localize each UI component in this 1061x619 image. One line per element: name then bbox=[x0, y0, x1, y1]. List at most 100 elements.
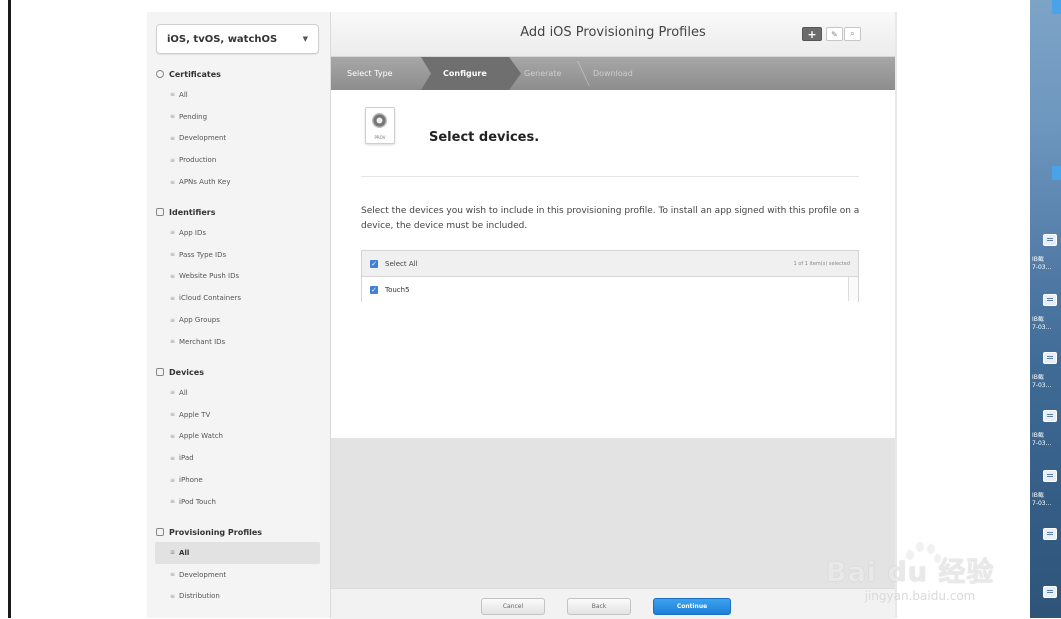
file-label: 7-03... bbox=[1032, 324, 1052, 331]
desktop-file-icon[interactable] bbox=[1052, 166, 1061, 180]
nav-item-label: Development bbox=[179, 134, 227, 143]
nav-item-label: All bbox=[179, 90, 188, 99]
select-all-row[interactable]: ✓ Select All 1 of 1 item(s) selected bbox=[362, 251, 858, 277]
search-icon: ⌕ bbox=[850, 29, 855, 38]
section-header-identifiers[interactable]: Identifiers bbox=[147, 202, 330, 222]
search-button[interactable]: ⌕ bbox=[844, 27, 861, 41]
platform-select[interactable]: iOS, tvOS, watchOS ▼ bbox=[156, 24, 319, 54]
nav-item-label: Website Push IDs bbox=[179, 272, 240, 281]
device-checkbox[interactable]: ✓ bbox=[370, 285, 378, 294]
section-title: Certificates bbox=[169, 69, 221, 79]
device-list: ✓ Select All 1 of 1 item(s) selected ✓ T… bbox=[361, 250, 859, 302]
desktop-background: IB截 7-03... IB截 7-03... IB截 7-03... IB截 … bbox=[1030, 0, 1061, 618]
certificate-icon bbox=[156, 70, 164, 78]
screenshot-file-icon[interactable] bbox=[1043, 234, 1057, 246]
screenshot-file-icon[interactable] bbox=[1043, 294, 1057, 306]
sidebar-item-website-push-ids[interactable]: ≡ Website Push IDs bbox=[147, 266, 330, 288]
step-progress-bar: Select Type Configure Generate Download bbox=[331, 57, 895, 90]
step-generate: Generate bbox=[524, 69, 562, 78]
section-header-certificates[interactable]: Certificates bbox=[147, 64, 330, 84]
nav-item-label: iPhone bbox=[179, 476, 203, 485]
panel-edge bbox=[895, 12, 897, 618]
sidebar-item-apns-auth-key[interactable]: ≡ APNs Auth Key bbox=[147, 171, 330, 193]
sidebar-item-pass-type-ids[interactable]: ≡ Pass Type IDs bbox=[147, 244, 330, 266]
cancel-button[interactable]: Cancel bbox=[481, 598, 545, 615]
sidebar-section-identifiers: Identifiers ≡ App IDs ≡ Pass Type IDs ≡ Web… bbox=[147, 202, 330, 353]
sidebar-item-development-certs[interactable]: ≡ Development bbox=[147, 128, 330, 150]
file-label: 7-03... bbox=[1032, 440, 1052, 447]
main-panel: Add iOS Provisioning Profiles + ✎ ⌕ Sele… bbox=[331, 12, 895, 619]
sidebar-item-iphone[interactable]: ≡ iPhone bbox=[147, 469, 330, 491]
device-icon bbox=[156, 368, 164, 376]
description-text: Select the devices you wish to include i… bbox=[361, 206, 860, 231]
back-button[interactable]: Back bbox=[567, 598, 631, 615]
sidebar-item-certificates-all[interactable]: ≡ All bbox=[147, 84, 330, 106]
section-header-devices[interactable]: Devices bbox=[147, 362, 330, 382]
edit-button[interactable]: ✎ bbox=[826, 27, 843, 41]
sidebar-item-apple-watch[interactable]: ≡ Apple Watch bbox=[147, 426, 330, 448]
screenshot-file-icon[interactable] bbox=[1043, 586, 1057, 598]
nav-item-label: Apple TV bbox=[179, 410, 211, 419]
screenshot-file-icon[interactable] bbox=[1043, 528, 1057, 540]
sidebar-item-devices-all[interactable]: ≡ All bbox=[147, 382, 330, 404]
sidebar-item-profiles-all[interactable]: ≡ All bbox=[155, 542, 320, 564]
screenshot-file-icon[interactable] bbox=[1043, 352, 1057, 364]
step-configure: Configure bbox=[421, 57, 521, 90]
nav-item-label: Merchant IDs bbox=[179, 337, 226, 346]
section-header-provisioning-profiles[interactable]: Provisioning Profiles bbox=[147, 522, 330, 542]
sidebar-item-profiles-development[interactable]: ≡ Development bbox=[147, 564, 330, 586]
platform-select-label: iOS, tvOS, watchOS bbox=[167, 33, 278, 45]
screenshot-file-icon[interactable] bbox=[1043, 470, 1057, 482]
baidu-watermark: Bai du 经验 jingyan.baidu.com bbox=[820, 540, 1020, 610]
gear-icon bbox=[372, 113, 387, 128]
step-select-type: Select Type bbox=[347, 69, 393, 78]
list-scrollbar[interactable] bbox=[848, 277, 858, 301]
nav-item-label: Distribution bbox=[179, 592, 220, 601]
title-bar: Add iOS Provisioning Profiles + ✎ ⌕ bbox=[331, 12, 895, 57]
nav-item-label: All bbox=[179, 548, 190, 557]
prov-icon-label: PROV bbox=[374, 135, 386, 140]
nav-item-label: Pass Type IDs bbox=[179, 250, 227, 259]
nav-item-label: Development bbox=[179, 570, 227, 579]
nav-item-label: Pending bbox=[179, 112, 208, 121]
sidebar-item-merchant-ids[interactable]: ≡ Merchant IDs bbox=[147, 331, 330, 353]
file-label: 7-03... bbox=[1032, 500, 1052, 507]
sidebar-item-app-ids[interactable]: ≡ App IDs bbox=[147, 222, 330, 244]
list-item[interactable]: ✓ Touch5 bbox=[362, 277, 858, 302]
provisioning-profile-icon: PROV bbox=[365, 107, 395, 144]
window-edge bbox=[8, 0, 11, 618]
selection-count: 1 of 1 item(s) selected bbox=[793, 260, 850, 267]
screenshot-file-icon[interactable] bbox=[1043, 410, 1057, 422]
nav-item-label: iPad bbox=[179, 454, 194, 463]
step-separator bbox=[577, 61, 590, 86]
watermark-url: jingyan.baidu.com bbox=[864, 589, 976, 603]
action-footer: Cancel Back Continue bbox=[331, 588, 895, 619]
chevron-down-icon: ▼ bbox=[302, 35, 308, 43]
add-button[interactable]: + bbox=[802, 27, 822, 41]
sidebar-item-apple-tv[interactable]: ≡ Apple TV bbox=[147, 404, 330, 426]
sidebar-item-production[interactable]: ≡ Production bbox=[147, 149, 330, 171]
file-label: IB截 bbox=[1032, 374, 1044, 381]
section-title: Devices bbox=[169, 367, 204, 377]
sidebar-item-profiles-distribution[interactable]: ≡ Distribution bbox=[147, 586, 330, 608]
nav-item-label: App IDs bbox=[179, 228, 207, 237]
nav-item-label: All bbox=[179, 388, 188, 397]
step-download: Download bbox=[593, 69, 633, 78]
sidebar-item-app-groups[interactable]: ≡ App Groups bbox=[147, 309, 330, 331]
desktop-file-icon[interactable] bbox=[1052, 0, 1061, 14]
content-background bbox=[331, 438, 895, 588]
select-all-checkbox[interactable]: ✓ bbox=[370, 259, 378, 268]
nav-item-label: APNs Auth Key bbox=[179, 178, 231, 187]
divider bbox=[361, 176, 859, 177]
file-label: IB截 bbox=[1032, 432, 1044, 439]
continue-button[interactable]: Continue bbox=[653, 598, 731, 615]
sidebar-item-pending[interactable]: ≡ Pending bbox=[147, 106, 330, 128]
sidebar-item-ipad[interactable]: ≡ iPad bbox=[147, 447, 330, 469]
document-icon bbox=[156, 528, 164, 536]
file-label: 7-03... bbox=[1032, 264, 1052, 271]
nav-item-label: iCloud Containers bbox=[179, 294, 242, 303]
select-all-label: Select All bbox=[385, 259, 418, 268]
sidebar-item-icloud-containers[interactable]: ≡ iCloud Containers bbox=[147, 287, 330, 309]
sidebar-item-ipod-touch[interactable]: ≡ iPod Touch bbox=[147, 491, 330, 513]
pencil-icon: ✎ bbox=[831, 29, 838, 39]
